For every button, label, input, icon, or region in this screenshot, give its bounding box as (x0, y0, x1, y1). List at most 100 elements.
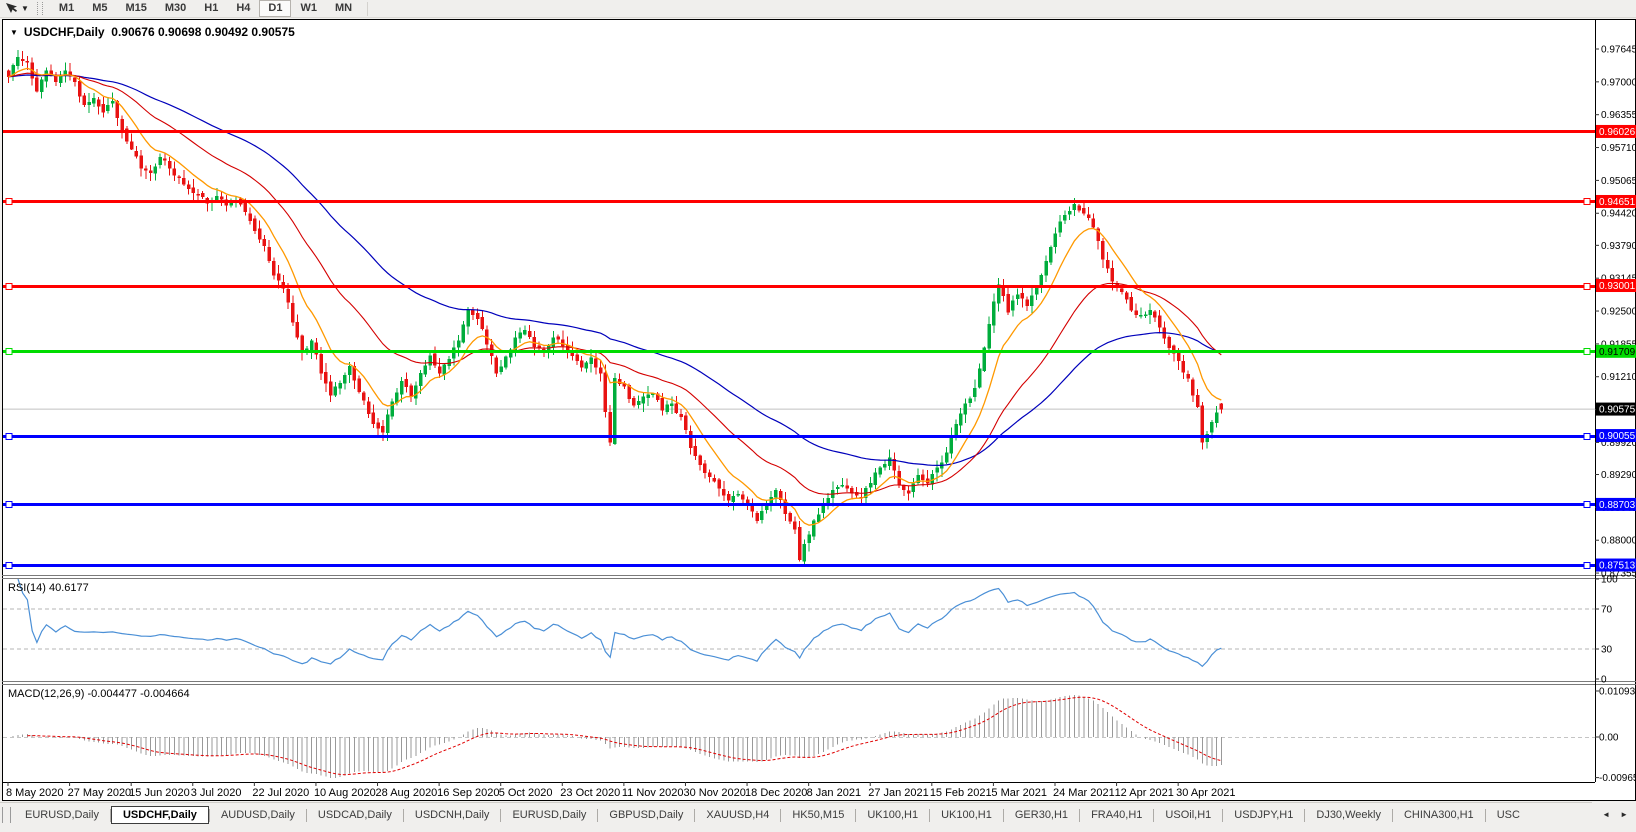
badge-text: 0.87513 (1599, 561, 1636, 572)
tab-scroll-arrows: ◄ ► (1592, 802, 1636, 826)
price-tick-label: 0.96355 (1601, 110, 1636, 121)
hline-price-badge: 0.90055 (1596, 429, 1636, 443)
chart-tab-gbpusd-daily[interactable]: GBPUSD,Daily (598, 806, 694, 824)
hline-handle-left[interactable] (5, 501, 13, 508)
hline-handle-right[interactable] (1583, 433, 1591, 440)
rsi-tick-label: 0 (1601, 675, 1607, 686)
badge-text: 0.94651 (1599, 197, 1636, 208)
chart-tab-usdcad-daily[interactable]: USDCAD,Daily (307, 806, 403, 824)
date-label: 12 Apr 2021 (1115, 787, 1174, 799)
price-tick-label: 0.88000 (1601, 536, 1636, 547)
chart-tab-ger30-h1[interactable]: GER30,H1 (1004, 806, 1079, 824)
timeframe-button-m30[interactable]: M30 (156, 0, 195, 17)
hline-handle-right[interactable] (1583, 198, 1591, 205)
chart-tab-usdjpy-h1[interactable]: USDJPY,H1 (1223, 806, 1304, 824)
chart-tab-uk100-h1[interactable]: UK100,H1 (930, 806, 1003, 824)
tabbar-grip[interactable] (2, 807, 11, 823)
title-dropdown-icon[interactable]: ▼ (10, 28, 18, 37)
macd-label: MACD(12,26,9) -0.004477 -0.004664 (8, 688, 190, 700)
chart-border (2, 19, 1636, 801)
hline-handle-right[interactable] (1583, 348, 1591, 355)
rsi-tick-label: 100 (1601, 575, 1618, 586)
chart-tab-xauusd-h4[interactable]: XAUUSD,H4 (695, 806, 780, 824)
date-label: 15 Feb 2021 (930, 787, 992, 799)
timeframe-button-w1[interactable]: W1 (291, 0, 326, 17)
hline-handle-left[interactable] (5, 562, 13, 569)
chart-tab-china300-h1[interactable]: CHINA300,H1 (1393, 806, 1485, 824)
chart-tab-eurusd-daily[interactable]: EURUSD,Daily (501, 806, 597, 824)
date-label: 30 Apr 2021 (1176, 787, 1235, 799)
timeframe-button-d1[interactable]: D1 (259, 0, 292, 17)
hline-price-badge: 0.93001 (1596, 279, 1636, 293)
date-label: 30 Nov 2020 (683, 787, 745, 799)
tool-dropdown-caret-icon[interactable]: ▼ (21, 4, 29, 13)
badge-text: 0.93001 (1599, 281, 1636, 292)
timeframe-button-m1[interactable]: M1 (50, 0, 83, 17)
hline-price-badge: 0.91709 (1596, 344, 1636, 358)
chart-tab-audusd-daily[interactable]: AUDUSD,Daily (210, 806, 306, 824)
hline-handle-left[interactable] (5, 283, 13, 290)
mt4-window: ▼ M1 M5 M15 M30 H1 H4 D1 W1 MN ▼ USDCHF,Daily 0.9… (0, 0, 1636, 832)
date-label: 3 Jul 2020 (191, 787, 242, 799)
hline-handle-left[interactable] (5, 198, 13, 205)
macd-signal (27, 696, 1222, 776)
chart-tab-eurusd-daily[interactable]: EURUSD,Daily (14, 806, 110, 824)
date-label: 27 Jan 2021 (868, 787, 929, 799)
chart-tab-usoil-h1[interactable]: USOil,H1 (1154, 806, 1222, 824)
current-price-badge: 0.90575 (1596, 402, 1636, 416)
hline-handle-left[interactable] (5, 348, 13, 355)
badge-text: 0.90055 (1599, 431, 1636, 442)
price-tick-label: 0.97645 (1601, 45, 1636, 56)
rsi-label: RSI(14) 40.6177 (8, 582, 89, 594)
date-label: 15 Jun 2020 (129, 787, 190, 799)
candles (6, 50, 1224, 565)
price-tick-label: 0.95710 (1601, 143, 1636, 154)
chart-tab-usc[interactable]: USC (1486, 806, 1531, 824)
timeframe-button-m5[interactable]: M5 (83, 0, 116, 17)
chart-pointer-icon[interactable] (3, 1, 21, 16)
timeframe-button-h1[interactable]: H1 (195, 0, 227, 17)
date-label: 27 May 2020 (68, 787, 132, 799)
date-label: 24 Mar 2021 (1053, 787, 1115, 799)
timeframe-button-mn[interactable]: MN (326, 0, 361, 17)
timeframe-button-h4[interactable]: H4 (227, 0, 259, 17)
ma-fast-line (8, 67, 1222, 526)
macd-tick-label: -0.00965 (1599, 773, 1636, 784)
chart-tab-uk100-h1[interactable]: UK100,H1 (856, 806, 929, 824)
date-label: 5 Oct 2020 (499, 787, 553, 799)
chart-tab-usdcnh-daily[interactable]: USDCNH,Daily (404, 806, 501, 824)
chart-canvas[interactable]: 0.97645 0.97000 0.96355 0.95710 0.95065 0.944… (2, 19, 1636, 801)
horizontal-lines (3, 130, 1595, 569)
rsi-plot (17, 579, 1222, 668)
tab-scroll-right-icon[interactable]: ► (1620, 810, 1628, 819)
chart-tab-fra40-h1[interactable]: FRA40,H1 (1080, 806, 1153, 824)
hline-price-badge: 0.94651 (1596, 194, 1636, 208)
date-label: 16 Sep 2020 (437, 787, 499, 799)
macd-plot (12, 695, 1222, 778)
toolbar-grip[interactable] (36, 2, 43, 15)
hline-handle-right[interactable] (1583, 501, 1591, 508)
hline-handle-left[interactable] (5, 433, 13, 440)
badge-text: 0.91709 (1599, 347, 1636, 358)
hline-handle-right[interactable] (1583, 562, 1591, 569)
rsi-tick-label: 70 (1601, 605, 1613, 616)
price-tick-label: 0.92500 (1601, 307, 1636, 318)
moving-averages (8, 67, 1222, 526)
date-label: 5 Mar 2021 (991, 787, 1047, 799)
chart-window: ▼ USDCHF,Daily 0.90676 0.90698 0.90492 0.… (2, 19, 1636, 801)
date-label: 28 Aug 2020 (376, 787, 438, 799)
hline-price-badge: 0.96026 (1596, 124, 1636, 138)
price-tick-label: 0.91210 (1601, 372, 1636, 383)
date-label: 22 Jul 2020 (252, 787, 309, 799)
chart-tab-dj30-weekly[interactable]: DJ30,Weekly (1305, 806, 1392, 824)
timeframe-button-m15[interactable]: M15 (116, 0, 155, 17)
chart-tab-hk50-m15[interactable]: HK50,M15 (781, 806, 855, 824)
chart-pointer-icon-glyph (6, 3, 17, 13)
hline-price-badge: 0.87513 (1596, 558, 1636, 572)
chart-tab-usdchf-daily[interactable]: USDCHF,Daily (110, 806, 209, 824)
price-tick-label: 0.97000 (1601, 77, 1636, 88)
tab-scroll-left-icon[interactable]: ◄ (1602, 810, 1610, 819)
badge-text: 0.90575 (1599, 405, 1636, 416)
toolbar-separator (367, 1, 369, 16)
hline-handle-right[interactable] (1583, 283, 1591, 290)
